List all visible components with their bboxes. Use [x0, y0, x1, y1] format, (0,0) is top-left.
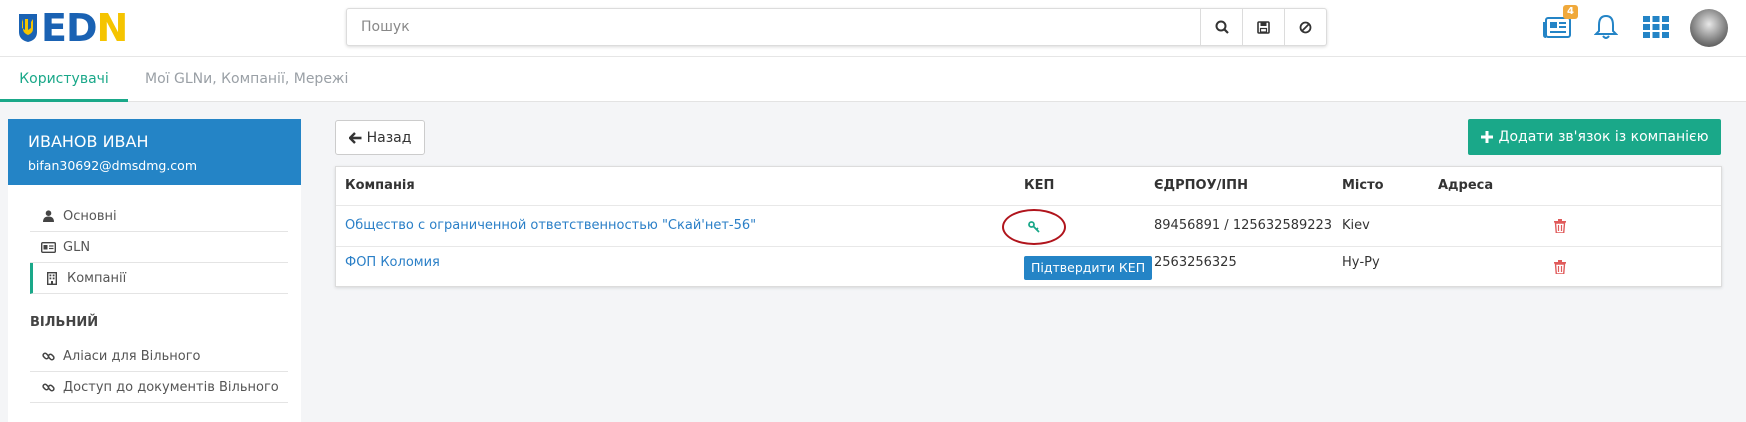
vilnyi-menu: Аліаси для Вільного Доступ до документів…: [30, 341, 288, 403]
kep-highlight: [1002, 209, 1066, 245]
tab-users[interactable]: Користувачі: [0, 57, 128, 102]
apps-grid-icon: [1643, 16, 1669, 38]
companies-table: Компанія КЕП ЄДРПОУ/ІПН Місто Адреса Общ…: [335, 166, 1722, 287]
arrow-left-icon: [348, 131, 362, 144]
sidebar-item-doc-access[interactable]: Доступ до документів Вільного: [30, 372, 288, 403]
trident-icon: [19, 14, 37, 42]
clear-search-button[interactable]: [1284, 9, 1326, 45]
table-row: Общество с ограниченной ответственностью…: [336, 205, 1721, 246]
search-button[interactable]: [1200, 9, 1242, 45]
table-row: ФОП Коломия Підтвердити КЕП 2563256325 Н…: [336, 246, 1721, 287]
column-header-kep[interactable]: КЕП: [1024, 167, 1054, 205]
bell-icon: [1594, 14, 1618, 39]
user-icon: [40, 210, 56, 222]
trash-icon: [1554, 260, 1566, 274]
sidebar-item-gln[interactable]: GLN: [30, 232, 288, 263]
user-email: bifan30692@dmsdmg.com: [28, 158, 197, 173]
tab-my-glns[interactable]: Мої GLNи, Компанії, Мережі: [145, 57, 348, 102]
link-icon: [40, 381, 56, 394]
sidebar-item-label: Аліаси для Вільного: [63, 348, 201, 364]
user-name: ИВАНОВ ИВАН: [28, 132, 149, 151]
company-code: 2563256325: [1154, 255, 1237, 270]
sidebar-item-main[interactable]: Основні: [30, 201, 288, 232]
search-input[interactable]: [347, 9, 1200, 45]
section-title-vilnyi: ВІЛЬНИЙ: [30, 315, 99, 330]
sidebar-item-label: Доступ до документів Вільного: [63, 379, 279, 395]
user-card: ИВАНОВ ИВАН bifan30692@dmsdmg.com: [8, 119, 301, 185]
notification-badge: 4: [1563, 5, 1578, 19]
user-sidebar: ИВАНОВ ИВАН bifan30692@dmsdmg.com Основн…: [8, 119, 301, 422]
link-icon: [40, 350, 56, 363]
company-city: Ну-Ру: [1342, 255, 1380, 270]
news-button[interactable]: 4: [1540, 5, 1578, 44]
top-header: EDN 4: [0, 0, 1746, 57]
column-header-city[interactable]: Місто: [1342, 167, 1384, 205]
sidebar-item-aliases[interactable]: Аліаси для Вільного: [30, 341, 288, 372]
delete-row-button[interactable]: [1553, 218, 1567, 234]
building-icon: [44, 271, 60, 285]
company-link[interactable]: ФОП Коломия: [345, 243, 440, 283]
save-icon: [1257, 20, 1270, 34]
apps-button[interactable]: [1639, 10, 1673, 44]
block-icon: [1299, 21, 1312, 33]
logo-text-n: N: [96, 6, 129, 50]
column-header-code[interactable]: ЄДРПОУ/ІПН: [1154, 167, 1248, 205]
avatar[interactable]: [1690, 9, 1728, 47]
confirm-kep-button[interactable]: Підтвердити КЕП: [1024, 256, 1153, 280]
add-company-link-button[interactable]: Додати зв'язок із компанією: [1468, 119, 1721, 155]
add-button-label: Додати зв'язок із компанією: [1498, 129, 1709, 145]
plus-icon: [1480, 131, 1493, 143]
delete-row-button[interactable]: [1553, 259, 1567, 275]
sidebar-item-companies[interactable]: Компанії: [30, 263, 288, 294]
sidebar-item-label: GLN: [63, 239, 91, 255]
edin-logo[interactable]: ED N: [17, 6, 129, 50]
back-button-label: Назад: [366, 129, 412, 146]
tab-bar: Користувачі Мої GLNи, Компанії, Мережі: [0, 57, 1746, 102]
logo-text-ed: ED: [41, 6, 98, 50]
notifications-button[interactable]: [1589, 10, 1623, 44]
company-code: 89456891 / 125632589223: [1154, 218, 1333, 233]
user-menu: Основні GLN Компанії: [30, 201, 288, 294]
id-card-icon: [40, 241, 56, 253]
sidebar-item-label: Основні: [63, 208, 117, 224]
sidebar-item-label: Компанії: [67, 270, 127, 286]
save-search-button[interactable]: [1242, 9, 1284, 45]
search-bar: [346, 8, 1327, 46]
company-link[interactable]: Общество с ограниченной ответственностью…: [345, 206, 756, 246]
company-city: Kiev: [1342, 218, 1370, 233]
key-icon[interactable]: [1028, 221, 1040, 233]
column-header-company[interactable]: Компанія: [345, 167, 415, 205]
column-header-address[interactable]: Адреса: [1438, 167, 1493, 205]
search-icon: [1215, 20, 1229, 34]
trash-icon: [1554, 219, 1566, 233]
back-button[interactable]: Назад: [335, 120, 425, 155]
